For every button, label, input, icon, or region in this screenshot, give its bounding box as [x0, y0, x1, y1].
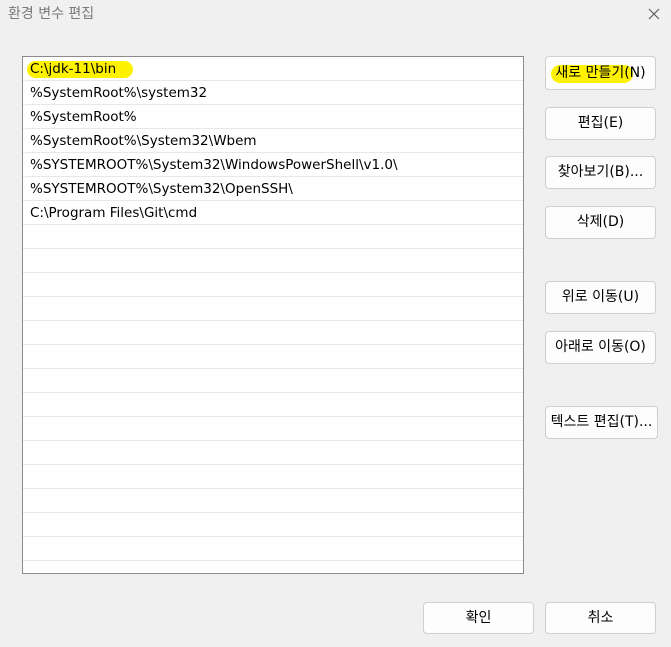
close-button[interactable]	[640, 0, 668, 28]
list-item[interactable]	[23, 369, 523, 393]
list-item[interactable]: %SystemRoot%\System32\Wbem	[23, 129, 523, 153]
move-down-button[interactable]: 아래로 이동(O)	[545, 331, 656, 364]
close-icon	[648, 8, 660, 20]
list-item-label: C:\jdk-11\bin	[30, 61, 117, 77]
list-item[interactable]: %SystemRoot%\system32	[23, 81, 523, 105]
list-item[interactable]	[23, 393, 523, 417]
title-bar: 환경 변수 편집	[0, 0, 671, 28]
new-button-label: 새로 만들기(N)	[555, 65, 646, 81]
delete-button[interactable]: 삭제(D)	[545, 206, 656, 239]
list-item[interactable]	[23, 321, 523, 345]
list-item[interactable]: C:\jdk-11\bin	[23, 57, 523, 81]
delete-button-label: 삭제(D)	[576, 214, 625, 230]
list-item-label: %SYSTEMROOT%\System32\WindowsPowerShell\…	[30, 157, 398, 173]
move-up-button-label: 위로 이동(U)	[561, 289, 640, 305]
list-item-label: C:\Program Files\Git\cmd	[30, 205, 198, 221]
list-item-label: %SYSTEMROOT%\System32\OpenSSH\	[30, 181, 293, 197]
list-item[interactable]	[23, 225, 523, 249]
ok-button-label: 확인	[465, 610, 492, 626]
list-item[interactable]	[23, 345, 523, 369]
new-button[interactable]: 새로 만들기(N)	[545, 56, 656, 90]
edit-button[interactable]: 편집(E)	[545, 107, 656, 140]
list-item[interactable]	[23, 537, 523, 561]
ok-button[interactable]: 확인	[423, 602, 534, 634]
cancel-button[interactable]: 취소	[545, 602, 656, 634]
browse-button-label: 찾아보기(B)...	[557, 164, 644, 180]
path-list[interactable]: C:\jdk-11\bin %SystemRoot%\system32 %Syste…	[22, 56, 524, 574]
cancel-button-label: 취소	[587, 610, 614, 626]
list-item[interactable]	[23, 489, 523, 513]
list-item-label: %SystemRoot%\System32\Wbem	[30, 133, 257, 149]
window-title: 환경 변수 편집	[8, 6, 95, 22]
list-item[interactable]	[23, 273, 523, 297]
list-item[interactable]	[23, 465, 523, 489]
edit-text-button[interactable]: 텍스트 편집(T)...	[545, 406, 658, 439]
list-item[interactable]	[23, 297, 523, 321]
list-item[interactable]	[23, 249, 523, 273]
move-up-button[interactable]: 위로 이동(U)	[545, 281, 656, 314]
edit-button-label: 편집(E)	[577, 115, 624, 131]
list-item[interactable]	[23, 441, 523, 465]
list-item[interactable]	[23, 417, 523, 441]
list-item[interactable]: %SystemRoot%	[23, 105, 523, 129]
list-item[interactable]	[23, 513, 523, 537]
list-item[interactable]: %SYSTEMROOT%\System32\OpenSSH\	[23, 177, 523, 201]
browse-button[interactable]: 찾아보기(B)...	[545, 156, 656, 189]
list-item-label: %SystemRoot%\system32	[30, 85, 208, 101]
move-down-button-label: 아래로 이동(O)	[555, 339, 646, 355]
list-item[interactable]: C:\Program Files\Git\cmd	[23, 201, 523, 225]
edit-text-button-label: 텍스트 편집(T)...	[550, 414, 653, 430]
list-item-label: %SystemRoot%	[30, 109, 137, 125]
list-item[interactable]: %SYSTEMROOT%\System32\WindowsPowerShell\…	[23, 153, 523, 177]
list-item[interactable]	[23, 561, 523, 573]
